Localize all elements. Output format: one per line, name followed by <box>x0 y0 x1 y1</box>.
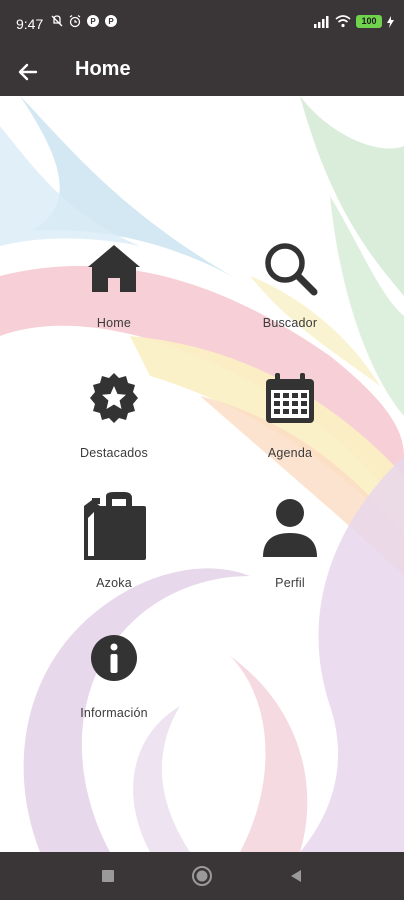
house-icon <box>88 245 140 292</box>
wifi-icon <box>335 15 351 28</box>
app-notification-icon: P <box>105 15 117 27</box>
arrow-left-icon <box>18 63 38 81</box>
status-system-icons: 100 <box>314 15 394 28</box>
background-artwork <box>0 96 404 852</box>
home-nav-button[interactable] <box>190 864 214 888</box>
menu-item-buscador[interactable]: Buscador <box>215 232 365 342</box>
menu-item-label: Perfil <box>275 576 305 590</box>
signal-icon <box>314 15 329 28</box>
status-time: 9:47 <box>16 16 44 32</box>
menu-item-label: Información <box>80 706 148 720</box>
shopping-bag-icon <box>84 492 146 560</box>
person-icon <box>263 499 317 557</box>
status-notification-icons: P P <box>50 14 118 28</box>
menu-item-agenda[interactable]: Agenda <box>215 362 365 472</box>
system-nav-bar <box>0 852 404 900</box>
menu-item-perfil[interactable]: Perfil <box>215 492 365 602</box>
home-circle-icon <box>192 866 212 886</box>
mute-icon <box>51 15 63 27</box>
back-nav-button[interactable] <box>284 864 308 888</box>
info-icon <box>91 635 137 681</box>
recents-button[interactable] <box>96 864 120 888</box>
page-title: Home <box>75 58 131 80</box>
status-bar: 9:47 P P 100 <box>0 0 404 48</box>
recents-square-icon <box>102 870 114 882</box>
svg-text:P: P <box>108 17 114 26</box>
menu-item-azoka[interactable]: Azoka <box>39 492 189 602</box>
menu-item-home[interactable]: Home <box>39 232 189 342</box>
back-triangle-icon <box>291 870 301 882</box>
menu-item-label: Agenda <box>267 446 313 460</box>
menu-item-label: Azoka <box>96 576 132 590</box>
menu-item-label: Buscador <box>262 316 318 330</box>
menu-item-label: Home <box>96 316 132 330</box>
menu-item-informacion[interactable]: Información <box>39 622 189 732</box>
svg-text:P: P <box>90 17 96 26</box>
battery-icon: 100 <box>356 15 382 28</box>
calendar-icon <box>266 373 314 423</box>
search-icon <box>265 243 318 296</box>
menu-item-destacados[interactable]: Destacados <box>39 362 189 472</box>
charging-icon <box>387 15 394 28</box>
app-bar: Home <box>0 48 404 96</box>
alarm-icon <box>69 15 81 28</box>
app-notification-icon: P <box>87 15 99 27</box>
back-button[interactable] <box>10 54 46 90</box>
menu-item-label: Destacados <box>79 446 148 460</box>
main-content: Home Buscador Destacados Agenda Azoka Pe… <box>0 96 404 852</box>
star-badge-icon <box>90 373 138 423</box>
